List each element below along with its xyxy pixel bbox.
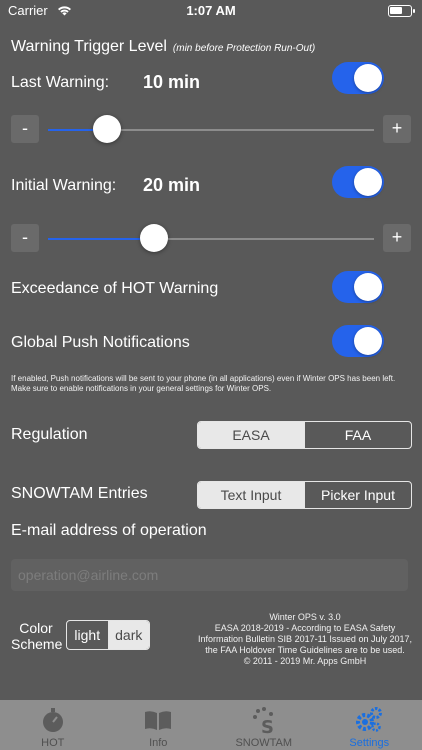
trigger-level-title: Warning Trigger Level (min before Protect…	[11, 38, 315, 56]
copyright-text: © 2011 - 2019 Mr. Apps GmbH	[243, 656, 367, 666]
color-scheme-option-dark[interactable]: dark	[107, 621, 149, 649]
initial-warning-increment-button[interactable]: +	[383, 224, 411, 252]
tab-snowtam-label: SNOWTAM	[235, 737, 293, 749]
clock: 1:07 AM	[186, 3, 236, 18]
book-icon	[145, 711, 172, 730]
push-notifications-toggle[interactable]	[332, 325, 384, 357]
toggle-knob	[354, 168, 382, 196]
gears-icon	[356, 707, 383, 732]
battery-icon	[388, 5, 415, 17]
toggle-knob	[354, 64, 382, 92]
snowtam-label: SNOWTAM Entries	[11, 485, 148, 502]
email-field[interactable]	[11, 559, 408, 591]
last-warning-increment-button[interactable]: +	[383, 115, 411, 143]
tab-hot-label: HOT	[41, 737, 65, 749]
status-bar: Carrier 1:07 AM	[0, 0, 422, 22]
tab-info-label: Info	[149, 737, 168, 749]
snowtam-option-text-input[interactable]: Text Input	[198, 482, 304, 508]
color-scheme-option-light[interactable]: light	[67, 621, 108, 649]
email-label: E-mail address of operation	[11, 522, 207, 539]
slider-fill	[48, 238, 155, 240]
snowtam-option-picker-input[interactable]: Picker Input	[304, 482, 411, 508]
regulation-label: Regulation	[11, 426, 88, 443]
push-notifications-note: If enabled, Push notifications will be s…	[11, 374, 396, 393]
tab-settings-label: Settings	[349, 737, 390, 749]
stopwatch-icon	[42, 708, 63, 732]
initial-warning-decrement-button[interactable]: -	[11, 224, 39, 252]
initial-warning-slider-thumb[interactable]	[140, 224, 168, 252]
tab-info[interactable]: Info	[106, 700, 212, 750]
push-notifications-label: Global Push Notifications	[11, 334, 190, 351]
last-warning-slider-thumb[interactable]	[93, 115, 121, 143]
svg-text:S: S	[261, 717, 274, 735]
color-scheme-segmented-control[interactable]: light dark	[66, 620, 150, 650]
last-warning-decrement-button[interactable]: -	[11, 115, 39, 143]
version-info: Winter OPS v. 3.0 EASA 2018-2019 - Accor…	[198, 612, 412, 667]
last-warning-value: 10 min	[143, 72, 201, 92]
regulation-option-easa[interactable]: EASA	[198, 422, 304, 448]
tab-settings[interactable]: Settings	[317, 700, 422, 750]
regulation-info-text: EASA 2018-2019 - According to EASA Safet…	[198, 623, 412, 655]
initial-warning-slider[interactable]	[48, 238, 374, 240]
initial-warning-label: Initial Warning:	[11, 177, 117, 194]
color-scheme-label: Color Scheme	[11, 620, 63, 652]
tab-hot[interactable]: HOT	[0, 700, 106, 750]
toggle-knob	[354, 273, 382, 301]
trigger-subtitle: (min before Protection Run-Out)	[172, 43, 316, 54]
exceedance-toggle[interactable]	[332, 271, 384, 303]
tab-bar: HOT Info S SNOWTAM Settings	[0, 700, 422, 750]
snowtam-segmented-control[interactable]: Text Input Picker Input	[197, 481, 412, 509]
exceedance-label: Exceedance of HOT Warning	[11, 280, 219, 297]
initial-warning-toggle[interactable]	[332, 166, 384, 198]
toggle-knob	[354, 327, 382, 355]
regulation-segmented-control[interactable]: EASA FAA	[197, 421, 412, 449]
version-text: Winter OPS v. 3.0	[269, 612, 341, 622]
last-warning-toggle[interactable]	[332, 62, 384, 94]
tab-snowtam[interactable]: S SNOWTAM	[211, 700, 317, 750]
regulation-option-faa[interactable]: FAA	[304, 422, 411, 448]
last-warning-label: Last Warning:	[11, 74, 110, 91]
initial-warning-value: 20 min	[143, 175, 201, 195]
trigger-title-text: Warning Trigger Level	[11, 38, 167, 55]
snowflake-icon: S	[252, 707, 274, 735]
